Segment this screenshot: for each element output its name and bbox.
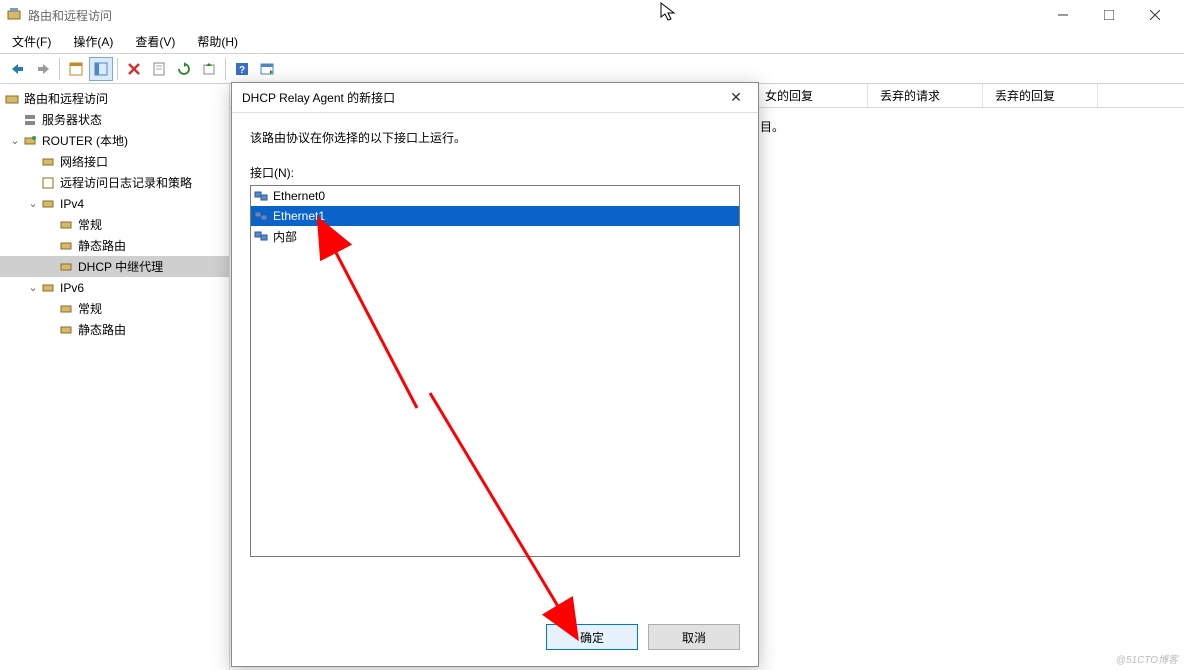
ipv4-icon	[40, 196, 56, 212]
interface-item-ethernet0[interactable]: Ethernet0	[251, 186, 739, 206]
menubar: 文件(F) 操作(A) 查看(V) 帮助(H)	[0, 30, 1184, 54]
interface-name: 内部	[273, 228, 297, 245]
tree-ipv4-dhcp[interactable]: DHCP 中继代理	[0, 256, 229, 277]
menu-help[interactable]: 帮助(H)	[195, 31, 240, 52]
nav-forward-button[interactable]	[31, 57, 55, 81]
dialog-titlebar[interactable]: DHCP Relay Agent 的新接口 ✕	[232, 83, 758, 113]
cancel-button[interactable]: 取消	[648, 624, 740, 650]
tree-label: 服务器状态	[42, 111, 102, 128]
workspace: 路由和远程访问 服务器状态 ⌄ ROUTER (本地) 网络接口 远程访问日志记…	[0, 84, 1184, 670]
new-interface-dialog: DHCP Relay Agent 的新接口 ✕ 该路由协议在你选择的以下接口上运…	[231, 82, 759, 667]
log-icon	[40, 175, 56, 191]
dialog-title: DHCP Relay Agent 的新接口	[242, 89, 395, 106]
tree-label: ROUTER (本地)	[42, 132, 128, 149]
status-icon	[22, 112, 38, 128]
tree-label: 远程访问日志记录和策略	[60, 174, 192, 191]
cursor-icon	[660, 2, 678, 22]
nav-tree[interactable]: 路由和远程访问 服务器状态 ⌄ ROUTER (本地) 网络接口 远程访问日志记…	[0, 84, 230, 670]
tree-ipv4-static[interactable]: 静态路由	[0, 235, 229, 256]
export-button[interactable]	[197, 57, 221, 81]
dialog-close-button[interactable]: ✕	[724, 89, 748, 106]
tree-label: IPv4	[60, 197, 84, 211]
window-button[interactable]	[255, 57, 279, 81]
refresh-button[interactable]	[172, 57, 196, 81]
dhcp-icon	[58, 259, 74, 275]
tree-label: 常规	[78, 300, 102, 317]
interface-list[interactable]: Ethernet0 Ethernet1 内部	[250, 185, 740, 557]
tree-label: 静态路由	[78, 321, 126, 338]
menu-view[interactable]: 查看(V)	[133, 31, 177, 52]
chevron-down-icon[interactable]: ⌄	[8, 134, 22, 147]
ok-button[interactable]: 确定	[546, 624, 638, 650]
server-icon	[4, 91, 20, 107]
interface-name: Ethernet1	[273, 209, 325, 223]
tree-ipv4[interactable]: ⌄ IPv4	[0, 193, 229, 214]
col-drop-req[interactable]: 丢弃的请求	[868, 84, 983, 107]
general-icon	[58, 301, 74, 317]
adapter-icon	[253, 208, 269, 224]
maximize-button[interactable]	[1086, 0, 1132, 30]
adapter-icon	[253, 188, 269, 204]
tree-ipv4-general[interactable]: 常规	[0, 214, 229, 235]
window-title: 路由和远程访问	[28, 7, 112, 24]
static-icon	[58, 322, 74, 338]
interface-icon	[40, 154, 56, 170]
tree-ipv6[interactable]: ⌄ IPv6	[0, 277, 229, 298]
col-drop-reply[interactable]: 丢弃的回复	[983, 84, 1098, 107]
interface-item-ethernet1[interactable]: Ethernet1	[251, 206, 739, 226]
nav-back-button[interactable]	[6, 57, 30, 81]
chevron-down-icon[interactable]: ⌄	[26, 281, 40, 294]
watermark: @51CTO博客	[1116, 651, 1178, 666]
interface-label: 接口(N):	[250, 164, 740, 181]
dialog-description: 该路由协议在你选择的以下接口上运行。	[250, 129, 740, 146]
static-icon	[58, 238, 74, 254]
toolbar: ?	[0, 54, 1184, 84]
interface-name: Ethernet0	[273, 189, 325, 203]
delete-button[interactable]	[122, 57, 146, 81]
chevron-down-icon[interactable]: ⌄	[26, 197, 40, 210]
general-icon	[58, 217, 74, 233]
tree-ipv6-general[interactable]: 常规	[0, 298, 229, 319]
tree-label: IPv6	[60, 281, 84, 295]
view-pane-button[interactable]	[89, 57, 113, 81]
interface-item-internal[interactable]: 内部	[251, 226, 739, 246]
tree-label: 常规	[78, 216, 102, 233]
titlebar: 路由和远程访问	[0, 0, 1184, 30]
router-icon	[22, 133, 38, 149]
tree-label: 网络接口	[60, 153, 108, 170]
minimize-button[interactable]	[1040, 0, 1086, 30]
tree-label: DHCP 中继代理	[78, 258, 163, 275]
svg-text:?: ?	[239, 65, 245, 76]
show-hide-button[interactable]	[64, 57, 88, 81]
adapter-icon	[253, 228, 269, 244]
menu-action[interactable]: 操作(A)	[71, 31, 115, 52]
tree-net-if[interactable]: 网络接口	[0, 151, 229, 172]
tree-ipv6-static[interactable]: 静态路由	[0, 319, 229, 340]
tree-label: 静态路由	[78, 237, 126, 254]
tree-router[interactable]: ⌄ ROUTER (本地)	[0, 130, 229, 151]
help-button[interactable]: ?	[230, 57, 254, 81]
close-button[interactable]	[1132, 0, 1178, 30]
menu-file[interactable]: 文件(F)	[10, 31, 53, 52]
app-icon	[6, 7, 22, 23]
tree-server-status[interactable]: 服务器状态	[0, 109, 229, 130]
properties-button[interactable]	[147, 57, 171, 81]
col-reply[interactable]: 女的回复	[753, 84, 868, 107]
ipv6-icon	[40, 280, 56, 296]
tree-remote-log[interactable]: 远程访问日志记录和策略	[0, 172, 229, 193]
tree-label: 路由和远程访问	[24, 90, 108, 107]
hint-text: 目。	[752, 108, 1184, 145]
tree-root[interactable]: 路由和远程访问	[0, 88, 229, 109]
